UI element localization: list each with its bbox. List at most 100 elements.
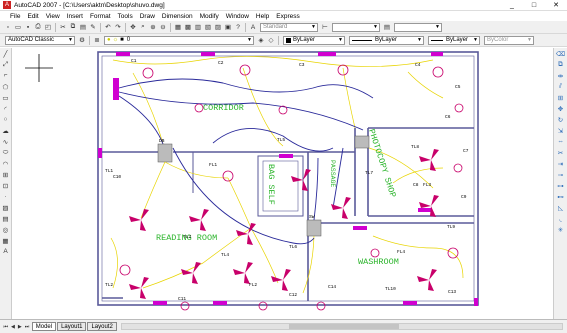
explode-icon[interactable]: ✳ xyxy=(556,225,565,234)
layer-dropdown[interactable]: ● ☼ ■ 0 ▼ xyxy=(104,35,254,45)
dim-style-icon[interactable]: ⊢ xyxy=(321,23,330,32)
make-layer-current-icon[interactable]: ◈ xyxy=(257,36,266,45)
point-icon[interactable]: · xyxy=(1,192,10,201)
rotate-icon[interactable]: ↻ xyxy=(556,115,565,124)
stretch-icon[interactable]: ⇔ xyxy=(556,137,565,146)
first-tab-icon[interactable]: ⏮ xyxy=(2,324,10,330)
menu-dimension[interactable]: Dimension xyxy=(158,13,196,20)
extend-icon[interactable]: ⇥ xyxy=(556,159,565,168)
chamfer-icon[interactable]: ◺ xyxy=(556,203,565,212)
polyline-icon[interactable]: ⌐ xyxy=(1,71,10,80)
hatch-icon[interactable]: ▨ xyxy=(1,203,10,212)
join-icon[interactable]: ⊷ xyxy=(556,192,565,201)
zoom-window-icon[interactable]: ⊕ xyxy=(149,23,158,32)
menu-file[interactable]: File xyxy=(0,13,24,20)
polygon-icon[interactable]: ⬠ xyxy=(1,82,10,91)
mirror-icon[interactable]: ⇹ xyxy=(556,71,565,80)
break-icon[interactable]: ⊶ xyxy=(556,181,565,190)
copy-icon[interactable]: ⧉ xyxy=(69,23,78,32)
table-icon[interactable]: ▦ xyxy=(1,236,10,245)
autocad-app-icon[interactable]: A xyxy=(3,1,11,9)
redo-icon[interactable]: ↷ xyxy=(114,23,123,32)
scrollbar-thumb[interactable] xyxy=(289,324,400,329)
menu-insert[interactable]: Insert xyxy=(63,13,86,20)
linetype-dropdown[interactable]: ByLayer ▼ xyxy=(349,35,424,45)
break-at-point-icon[interactable]: ⊸ xyxy=(556,170,565,179)
trim-icon[interactable]: ✂ xyxy=(556,148,565,157)
menu-edit[interactable]: Edit xyxy=(24,13,42,20)
insert-block-icon[interactable]: ⊞ xyxy=(1,170,10,179)
scale-icon[interactable]: ⇲ xyxy=(556,126,565,135)
markup-icon[interactable]: ▨ xyxy=(214,23,223,32)
line-icon[interactable]: ╱ xyxy=(1,49,10,58)
sheet-set-icon[interactable]: ▧ xyxy=(204,23,213,32)
make-block-icon[interactable]: ⊡ xyxy=(1,181,10,190)
match-properties-icon[interactable]: ✎ xyxy=(89,23,98,32)
menu-window[interactable]: Window xyxy=(222,13,252,20)
next-tab-icon[interactable]: ▶ xyxy=(16,324,23,330)
text-style-dropdown[interactable]: Standard ▼ xyxy=(260,22,318,32)
undo-icon[interactable]: ↶ xyxy=(104,23,113,32)
floor-plan-drawing[interactable]: CORRIDOR READING ROOM WASHROOM PHOTOCOPY… xyxy=(13,48,553,320)
color-dropdown[interactable]: ByLayer ▼ xyxy=(283,35,345,45)
table-style-icon[interactable]: ▤ xyxy=(383,23,392,32)
properties-icon[interactable]: ▦ xyxy=(174,23,183,32)
tool-palettes-icon[interactable]: ▥ xyxy=(194,23,203,32)
revision-cloud-icon[interactable]: ☁ xyxy=(1,126,10,135)
layer-previous-icon[interactable]: ◇ xyxy=(267,36,276,45)
workspace-settings-icon[interactable]: ⚙ xyxy=(78,36,87,45)
table-style-dropdown[interactable]: ▼ xyxy=(394,22,442,32)
tab-layout1[interactable]: Layout1 xyxy=(57,322,87,331)
design-center-icon[interactable]: ▩ xyxy=(184,23,193,32)
ellipse-arc-icon[interactable]: ◠ xyxy=(1,159,10,168)
plot-preview-icon[interactable]: ◰ xyxy=(44,23,53,32)
menu-view[interactable]: View xyxy=(42,13,63,20)
last-tab-icon[interactable]: ⏭ xyxy=(23,324,31,330)
horizontal-scrollbar[interactable] xyxy=(120,323,563,330)
open-file-icon[interactable]: ▭ xyxy=(14,23,23,32)
move-icon[interactable]: ✥ xyxy=(556,104,565,113)
new-file-icon[interactable]: ▫ xyxy=(4,23,13,32)
menu-modify[interactable]: Modify xyxy=(196,13,222,20)
layer-manager-icon[interactable]: ≣ xyxy=(93,36,102,45)
fillet-icon[interactable]: ◟ xyxy=(556,214,565,223)
text-style-icon[interactable]: A xyxy=(249,23,258,32)
help-icon[interactable]: ? xyxy=(234,23,243,32)
paste-icon[interactable]: ▤ xyxy=(79,23,88,32)
gradient-icon[interactable]: ▤ xyxy=(1,214,10,223)
zoom-previous-icon[interactable]: ⊖ xyxy=(159,23,168,32)
save-icon[interactable]: ▪ xyxy=(24,23,33,32)
circle-icon[interactable]: ○ xyxy=(1,115,10,124)
close-button[interactable]: ✕ xyxy=(545,1,567,9)
rectangle-icon[interactable]: ▭ xyxy=(1,93,10,102)
menu-tools[interactable]: Tools xyxy=(114,13,136,20)
copy-icon[interactable]: ⧉ xyxy=(556,60,565,69)
workspace-dropdown[interactable]: AutoCAD Classic ▼ xyxy=(5,35,75,45)
construction-line-icon[interactable]: ⤢ xyxy=(1,60,10,69)
spline-icon[interactable]: ∿ xyxy=(1,137,10,146)
array-icon[interactable]: ⊞ xyxy=(556,93,565,102)
print-icon[interactable]: ⎙ xyxy=(34,23,43,32)
pan-icon[interactable]: ✥ xyxy=(129,23,138,32)
previous-tab-icon[interactable]: ◀ xyxy=(10,324,17,330)
tab-model[interactable]: Model xyxy=(31,322,57,331)
menu-format[interactable]: Format xyxy=(86,13,114,20)
offset-icon[interactable]: ⫽ xyxy=(556,82,565,91)
minimize-button[interactable]: _ xyxy=(501,2,523,9)
menu-express[interactable]: Express xyxy=(273,13,303,20)
ellipse-icon[interactable]: ⬭ xyxy=(1,148,10,157)
zoom-realtime-icon[interactable]: ⌕ xyxy=(139,23,148,32)
menu-draw[interactable]: Draw xyxy=(136,13,158,20)
arc-icon[interactable]: ◜ xyxy=(1,104,10,113)
cut-icon[interactable]: ✂ xyxy=(59,23,68,32)
erase-icon[interactable]: ⌫ xyxy=(556,49,565,58)
drawing-canvas[interactable]: CORRIDOR READING ROOM WASHROOM PHOTOCOPY… xyxy=(13,48,553,320)
lineweight-dropdown[interactable]: ByLayer ▼ xyxy=(428,35,480,45)
dim-style-dropdown[interactable]: ▼ xyxy=(332,22,380,32)
plotstyle-dropdown[interactable]: ByColor ▼ xyxy=(484,35,534,45)
multiline-text-icon[interactable]: A xyxy=(1,247,10,256)
calculator-icon[interactable]: ▣ xyxy=(224,23,233,32)
menu-help[interactable]: Help xyxy=(252,13,272,20)
maximize-button[interactable]: □ xyxy=(523,2,545,9)
region-icon[interactable]: ◎ xyxy=(1,225,10,234)
